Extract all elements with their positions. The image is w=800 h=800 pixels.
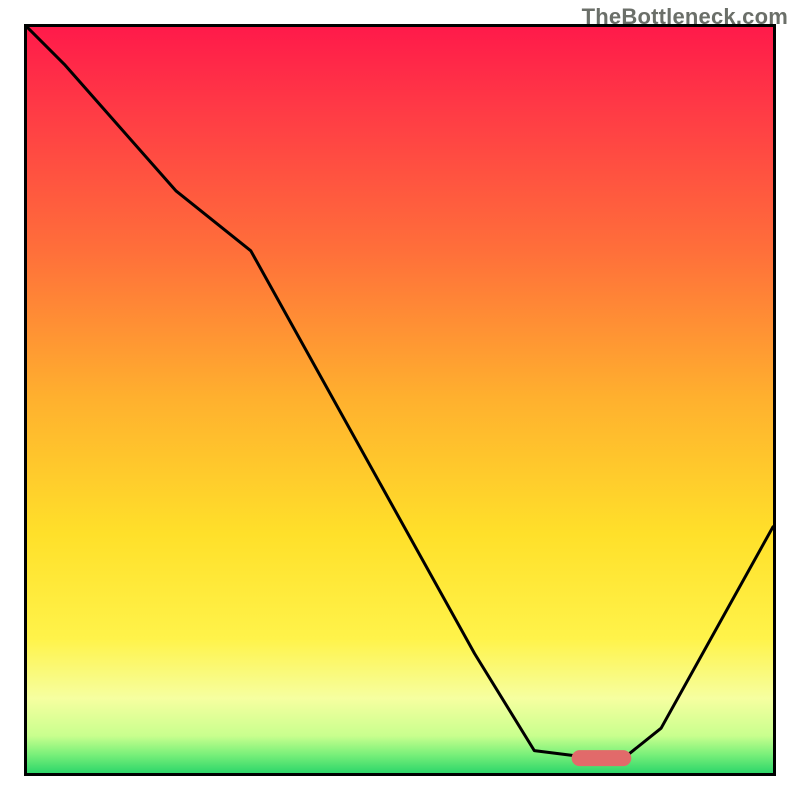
chart-area: [24, 24, 776, 776]
gradient-background: [27, 27, 773, 773]
chart-svg: [27, 27, 773, 773]
optimal-marker: [572, 750, 632, 766]
